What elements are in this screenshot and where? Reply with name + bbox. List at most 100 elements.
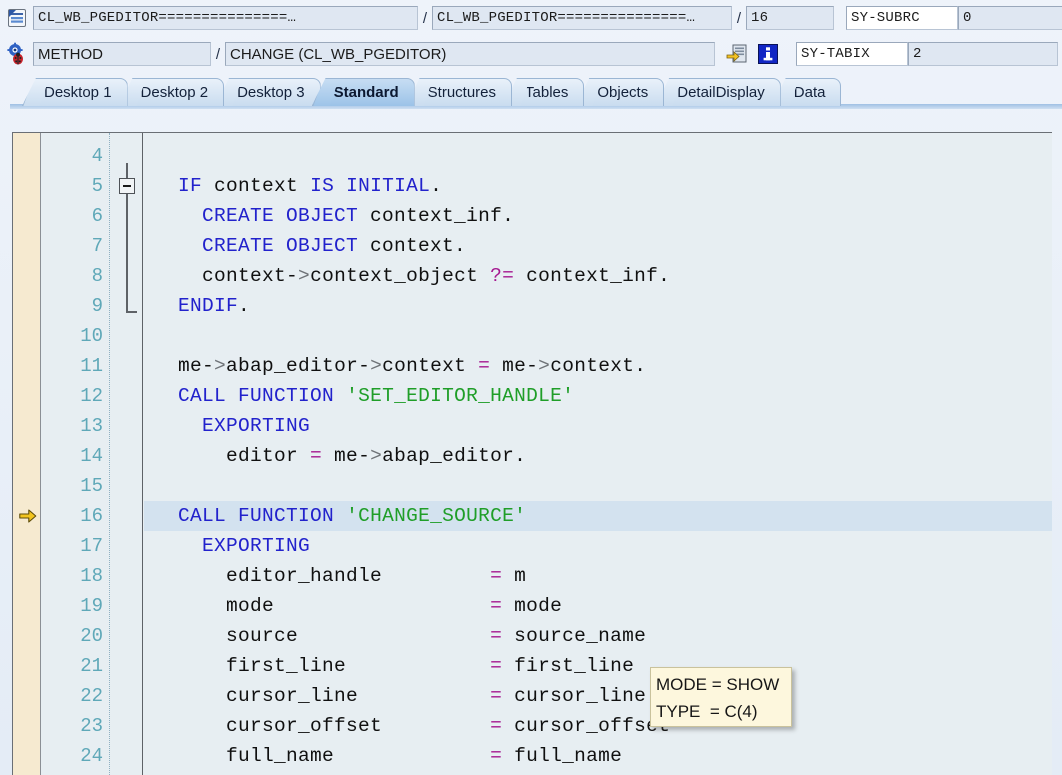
tab-label: Structures (427, 84, 497, 101)
information-icon[interactable] (755, 41, 781, 67)
program-document-icon[interactable] (4, 5, 30, 31)
line-number: 18 (80, 565, 103, 587)
code-line-text: CALL FUNCTION 'CHANGE_SOURCE' (178, 505, 527, 527)
tab-desktop-3[interactable]: Desktop 3 (215, 78, 321, 106)
code-line-text: full_name = full_name (154, 745, 623, 767)
code-line-text: mode = mode (154, 595, 563, 617)
code-line-row[interactable]: EXPORTING (144, 411, 1052, 441)
line-number: 7 (91, 235, 103, 257)
tab-label: Desktop 1 (44, 84, 112, 101)
tab-label: Objects (597, 84, 649, 101)
tab-standard[interactable]: Standard (311, 78, 415, 106)
line-number: 4 (91, 145, 103, 167)
code-line-row[interactable]: CREATE OBJECT context_inf. (144, 201, 1052, 231)
tab-desktop-1[interactable]: Desktop 1 (22, 78, 128, 106)
code-line-row[interactable] (144, 141, 1052, 171)
tab-data[interactable]: Data (771, 78, 842, 106)
code-line-text: ENDIF. (178, 295, 251, 317)
sy-tabix-label[interactable]: SY-TABIX (796, 42, 908, 66)
debugger-tab-strip: Desktop 1 Desktop 2 Desktop 3 Standard Struc… (0, 72, 1062, 106)
goto-source-icon[interactable] (724, 41, 750, 67)
field-separator-1: / (422, 9, 428, 27)
line-number: 5 (91, 175, 103, 197)
field-separator-3: / (215, 45, 221, 63)
code-line-row[interactable]: me->abap_editor->context = me->context. (144, 351, 1052, 381)
tab-label: Desktop 3 (237, 84, 305, 101)
line-number: 11 (80, 355, 103, 377)
code-folding-gutter[interactable] (111, 133, 143, 775)
debugger-header-row-1: CL_WB_PGEDITOR===============… / CL_WB_P… (0, 0, 1062, 36)
event-type-field[interactable]: METHOD (33, 42, 211, 66)
line-number-gutter: 4 5 6 7 8 9 10 11 12 13 14 15 16 17 18 19 20 21 22 23 24 (42, 133, 110, 775)
line-number: 12 (80, 385, 103, 407)
line-number: 15 (80, 475, 103, 497)
include-name-field[interactable]: CL_WB_PGEDITOR===============… (432, 6, 732, 30)
sy-subrc-label[interactable]: SY-SUBRC (846, 6, 958, 30)
line-number: 22 (80, 685, 103, 707)
code-line-row[interactable]: IF context IS INITIAL. (144, 171, 1052, 201)
line-number: 13 (80, 415, 103, 437)
sy-tabix-value[interactable]: 2 (908, 42, 1058, 66)
code-line-row[interactable]: mode = mode (144, 591, 1052, 621)
sap-abap-debugger-window: CL_WB_PGEDITOR===============… / CL_WB_P… (0, 0, 1062, 775)
code-line-row[interactable]: cursor_offset = cursor_offset (144, 711, 1052, 741)
code-line-row[interactable]: editor_handle = m (144, 561, 1052, 591)
tab-label: Data (793, 84, 826, 101)
code-line-text: context->context_object ?= context_inf. (154, 265, 671, 287)
tab-tables[interactable]: Tables (503, 78, 585, 106)
code-text-area[interactable]: IF context IS INITIAL. CREATE OBJECT con… (144, 133, 1052, 775)
line-number: 20 (80, 625, 103, 647)
tab-desktop-2[interactable]: Desktop 2 (118, 78, 225, 106)
tab-label: Desktop 2 (140, 84, 209, 101)
code-line-text: CREATE OBJECT context_inf. (202, 205, 515, 227)
code-line-row[interactable]: editor = me->abap_editor. (144, 441, 1052, 471)
tooltip-line-mode: MODE = SHOW (656, 675, 780, 694)
line-number: 16 (80, 505, 103, 527)
tab-label: Tables (525, 84, 569, 101)
field-separator-2: / (736, 9, 742, 27)
code-line-row[interactable]: full_name = full_name (144, 741, 1052, 771)
fold-collapse-minus-icon[interactable] (119, 178, 135, 194)
code-line-text: EXPORTING (202, 535, 311, 557)
code-line-row[interactable] (144, 471, 1052, 501)
code-line-row[interactable]: CALL FUNCTION 'CHANGE_SOURCE' (144, 501, 1052, 531)
line-number: 23 (80, 715, 103, 737)
line-number: 19 (80, 595, 103, 617)
debugger-header-row-2: METHOD / CHANGE (CL_WB_PGEDITOR) SY-TABI… (0, 36, 1062, 72)
code-line-row[interactable]: ENDIF. (144, 291, 1052, 321)
tab-structures[interactable]: Structures (405, 78, 513, 106)
code-line-text: CALL FUNCTION 'SET_EDITOR_HANDLE' (178, 385, 575, 407)
line-number: 24 (80, 745, 103, 767)
breakpoint-gutter[interactable] (13, 133, 41, 775)
code-line-row[interactable]: source = source_name (144, 621, 1052, 651)
current-statement-arrow-icon (19, 509, 37, 523)
code-line-row[interactable]: cursor_line = cursor_line (144, 681, 1052, 711)
line-number: 14 (80, 445, 103, 467)
code-line-row[interactable]: context->context_object ?= context_inf. (144, 261, 1052, 291)
tab-detaildisplay[interactable]: DetailDisplay (655, 78, 781, 106)
line-number: 6 (91, 205, 103, 227)
code-line-row[interactable]: first_line = first_line (144, 651, 1052, 681)
code-line-row[interactable]: CALL FUNCTION 'SET_EDITOR_HANDLE' (144, 381, 1052, 411)
tab-label: Standard (333, 84, 399, 101)
code-line-text: editor_handle = m (154, 565, 527, 587)
line-number: 21 (80, 655, 103, 677)
event-name-field[interactable]: CHANGE (CL_WB_PGEDITOR) (225, 42, 715, 66)
code-line-text: CREATE OBJECT context. (202, 235, 467, 257)
tab-label: DetailDisplay (677, 84, 765, 101)
code-line-row[interactable]: CREATE OBJECT context. (144, 231, 1052, 261)
code-line-row[interactable]: EXPORTING (144, 531, 1052, 561)
source-code-editor[interactable]: 4 5 6 7 8 9 10 11 12 13 14 15 16 17 18 19 20 21 22 23 24 IF … (12, 132, 1052, 775)
tab-objects[interactable]: Objects (575, 78, 665, 106)
code-line-text: first_line = first_line (154, 655, 635, 677)
current-line-field[interactable]: 16 (746, 6, 834, 30)
sy-subrc-value[interactable]: 0 (958, 6, 1062, 30)
program-name-field[interactable]: CL_WB_PGEDITOR===============… (33, 6, 418, 30)
code-line-text: cursor_line = cursor_line (154, 685, 647, 707)
line-number: 9 (91, 295, 103, 317)
debugger-gear-bug-icon[interactable] (4, 41, 30, 67)
tooltip-line-type: TYPE = C(4) (656, 702, 758, 721)
code-line-row[interactable] (144, 321, 1052, 351)
line-number: 10 (80, 325, 103, 347)
code-line-text: source = source_name (154, 625, 647, 647)
